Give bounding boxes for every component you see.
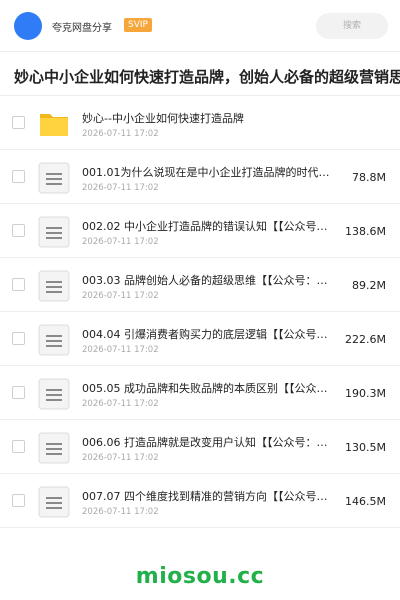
file-name: 004.04 引爆消费者购买力的底层逻辑【【公众号…: [82, 328, 328, 341]
list-item-file[interactable]: 002.02 中小企业打造品牌的错误认知【【公众号… 2026-07-11 17…: [0, 204, 400, 258]
list-item-file[interactable]: 007.07 四个维度找到精准的营销方向【【公众号… 2026-07-11 17…: [0, 474, 400, 528]
file-name: 003.03 品牌创始人必备的超级思维【【公众号：…: [82, 274, 328, 287]
list-item-file[interactable]: 003.03 品牌创始人必备的超级思维【【公众号：… 2026-07-11 17…: [0, 258, 400, 312]
list-item-folder[interactable]: 妙心--中小企业如何快速打造品牌 2026-07-11 17:02: [0, 96, 400, 150]
file-name: 005.05 成功品牌和失败品牌的本质区别【【公众…: [82, 382, 328, 395]
row-checkbox[interactable]: [12, 440, 25, 453]
file-name: 001.01为什么说现在是中小企业打造品牌的时代【…: [82, 166, 338, 179]
list-item-file[interactable]: 004.04 引爆消费者购买力的底层逻辑【【公众号… 2026-07-11 17…: [0, 312, 400, 366]
file-name: 007.07 四个维度找到精准的营销方向【【公众号…: [82, 490, 328, 503]
avatar[interactable]: [14, 12, 42, 40]
file-name: 妙心--中小企业如何快速打造品牌: [82, 112, 244, 125]
file-date: 2026-07-11 17:02: [82, 345, 159, 355]
file-date: 2026-07-11 17:02: [82, 453, 159, 463]
list-item-file[interactable]: 001.01为什么说现在是中小企业打造品牌的时代【… 2026-07-11 17…: [0, 150, 400, 204]
document-icon: [38, 216, 70, 248]
file-size: 146.5M: [345, 495, 386, 508]
row-checkbox[interactable]: [12, 170, 25, 183]
file-date: 2026-07-11 17:02: [82, 507, 159, 517]
list-item-file[interactable]: 006.06 打造品牌就是改变用户认知【【公众号：… 2026-07-11 17…: [0, 420, 400, 474]
share-title: 妙心中小企业如何快速打造品牌，创始人必备的超级营销思: [14, 68, 400, 86]
row-checkbox[interactable]: [12, 116, 25, 129]
file-size: 190.3M: [345, 387, 386, 400]
file-name: 002.02 中小企业打造品牌的错误认知【【公众号…: [82, 220, 328, 233]
file-date: 2026-07-11 17:02: [82, 237, 159, 247]
document-icon: [38, 486, 70, 518]
file-size: 89.2M: [352, 279, 386, 292]
svip-badge: SVIP: [124, 18, 152, 32]
row-checkbox[interactable]: [12, 224, 25, 237]
row-checkbox[interactable]: [12, 386, 25, 399]
file-size: 222.6M: [345, 333, 386, 346]
file-date: 2026-07-11 17:02: [82, 183, 159, 193]
file-size: 78.8M: [352, 171, 386, 184]
watermark: miosou.cc: [135, 564, 265, 589]
search-input[interactable]: 搜索: [316, 13, 388, 39]
owner-name: 夸克网盘分享: [52, 23, 112, 34]
file-name: 006.06 打造品牌就是改变用户认知【【公众号：…: [82, 436, 328, 449]
file-size: 138.6M: [345, 225, 386, 238]
row-checkbox[interactable]: [12, 278, 25, 291]
file-date: 2026-07-11 17:02: [82, 399, 159, 409]
file-date: 2026-07-11 17:02: [82, 129, 159, 139]
app-header: 夸克网盘分享 SVIP 搜索: [0, 0, 400, 52]
document-icon: [38, 324, 70, 356]
document-icon: [38, 432, 70, 464]
list-item-file[interactable]: 005.05 成功品牌和失败品牌的本质区别【【公众… 2026-07-11 17…: [0, 366, 400, 420]
folder-icon: [40, 114, 68, 136]
row-checkbox[interactable]: [12, 494, 25, 507]
document-icon: [38, 270, 70, 302]
file-size: 130.5M: [345, 441, 386, 454]
file-date: 2026-07-11 17:02: [82, 291, 159, 301]
document-icon: [38, 378, 70, 410]
row-checkbox[interactable]: [12, 332, 25, 345]
document-icon: [38, 162, 70, 194]
